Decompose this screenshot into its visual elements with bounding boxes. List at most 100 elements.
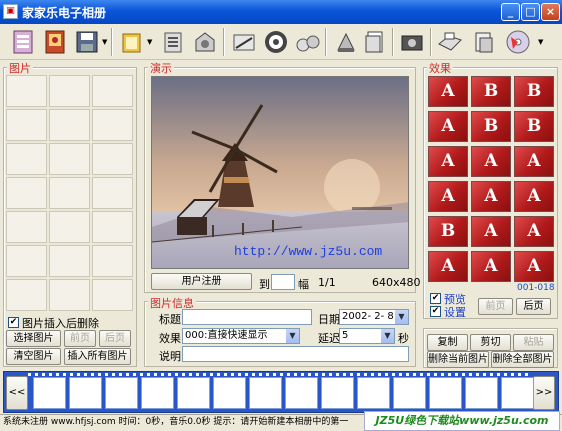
effect-tile[interactable]: A [514, 251, 554, 282]
film-reel-icon[interactable] [261, 27, 291, 57]
thumbnail-slot[interactable] [6, 143, 47, 175]
thumbnail-slot[interactable] [92, 143, 133, 175]
thumbnail-slot[interactable] [6, 75, 47, 107]
thumbnail-slot[interactable] [92, 75, 133, 107]
date-picker[interactable]: 2002- 2- 8 ▼ [339, 309, 409, 325]
filmstrip-frame[interactable] [249, 377, 282, 409]
thumbnail-slot[interactable] [92, 245, 133, 277]
settings-checkbox[interactable]: ✔ [430, 306, 441, 317]
effect-tile[interactable]: A [514, 216, 554, 247]
open-folder-icon[interactable] [117, 27, 147, 57]
effect-tile[interactable]: A [471, 181, 511, 212]
chevron-down-icon[interactable]: ▼ [147, 38, 154, 46]
print-icon[interactable] [435, 27, 465, 57]
cut-button[interactable]: 剪切 [470, 334, 511, 351]
settings-box-icon[interactable] [190, 27, 220, 57]
photo-album-icon[interactable] [40, 27, 70, 57]
music-icon[interactable] [293, 27, 323, 57]
preview-checkbox[interactable]: ✔ [430, 293, 441, 304]
minimize-button[interactable]: _ [501, 3, 520, 21]
thumbnail-slot[interactable] [49, 75, 90, 107]
effect-tile[interactable]: A [471, 216, 511, 247]
chevron-down-icon[interactable]: ▼ [286, 329, 299, 343]
title-input[interactable] [182, 309, 312, 325]
filmstrip-frame[interactable] [465, 377, 498, 409]
thumbnail-slot[interactable] [49, 211, 90, 243]
thumbnail-slot[interactable] [6, 245, 47, 277]
effect-tile[interactable]: A [428, 251, 468, 282]
effects-next-button[interactable]: 后页 [516, 298, 551, 315]
thumbnail-slot[interactable] [6, 109, 47, 141]
filmstrip-frame[interactable] [141, 377, 174, 409]
effect-select[interactable]: 000:直接快速显示 ▼ [182, 328, 300, 344]
filmstrip-frame[interactable] [33, 377, 66, 409]
effect-tile[interactable]: A [428, 181, 468, 212]
filmstrip-frame[interactable] [357, 377, 390, 409]
chevron-down-icon[interactable]: ▼ [395, 310, 408, 324]
thumbnail-slot[interactable] [92, 279, 133, 311]
thumbnail-slot[interactable] [49, 245, 90, 277]
clear-pictures-button[interactable]: 清空图片 [6, 348, 61, 365]
thumbnail-slot[interactable] [6, 211, 47, 243]
effect-tile[interactable]: B [514, 111, 554, 142]
filmstrip-frame[interactable] [213, 377, 246, 409]
filmstrip-frame[interactable] [69, 377, 102, 409]
effect-tile[interactable]: A [514, 181, 554, 212]
scanner-icon[interactable] [469, 27, 499, 57]
prev-page-button[interactable]: 前页 [64, 330, 96, 347]
thumbnail-slot[interactable] [49, 143, 90, 175]
chevron-down-icon[interactable]: ▼ [538, 38, 545, 46]
effect-tile[interactable]: A [428, 111, 468, 142]
thumbnail-slot[interactable] [6, 177, 47, 209]
stamp-icon[interactable] [331, 27, 361, 57]
thumbnail-slot[interactable] [6, 279, 47, 311]
album-icon[interactable] [8, 27, 38, 57]
goto-frame-input[interactable] [271, 274, 295, 290]
delete-current-button[interactable]: 删除当前图片 [427, 351, 489, 368]
description-input[interactable] [182, 346, 409, 362]
document-icon[interactable] [360, 27, 390, 57]
effect-tile[interactable]: A [428, 76, 468, 107]
disc-icon[interactable] [503, 27, 533, 57]
filmstrip-left-button[interactable]: << [6, 376, 28, 410]
thumbnail-slot[interactable] [49, 279, 90, 311]
next-page-button[interactable]: 后页 [99, 330, 131, 347]
register-button[interactable]: 用户注册 [151, 273, 252, 290]
filmstrip-frame[interactable] [321, 377, 354, 409]
thumbnail-slot[interactable] [49, 177, 90, 209]
filmstrip-frame[interactable] [177, 377, 210, 409]
effect-tile[interactable]: B [471, 76, 511, 107]
insert-all-pictures-button[interactable]: 插入所有图片 [64, 348, 131, 365]
thumbnail-slot[interactable] [92, 177, 133, 209]
thumbnail-slot[interactable] [49, 109, 90, 141]
delay-select[interactable]: 5 ▼ [339, 328, 395, 344]
thumbnail-slot[interactable] [92, 211, 133, 243]
filmstrip-frame[interactable] [429, 377, 462, 409]
select-pictures-button[interactable]: 选择图片 [6, 330, 61, 347]
effects-prev-button[interactable]: 前页 [478, 298, 513, 315]
effect-tile[interactable]: B [428, 216, 468, 247]
maximize-button[interactable]: □ [521, 3, 540, 21]
filmstrip-frame[interactable] [285, 377, 318, 409]
filmstrip-frame[interactable] [105, 377, 138, 409]
filmstrip-right-button[interactable]: >> [533, 376, 555, 410]
delete-after-insert-checkbox[interactable]: ✔ [8, 317, 19, 328]
edit-image-icon[interactable] [229, 27, 259, 57]
camera-icon[interactable] [397, 27, 427, 57]
effect-tile[interactable]: B [514, 76, 554, 107]
copy-button[interactable]: 复制 [427, 334, 468, 351]
chevron-down-icon[interactable]: ▼ [381, 329, 394, 343]
notes-icon[interactable] [158, 27, 188, 57]
filmstrip-frame[interactable] [501, 377, 534, 409]
filmstrip-frame[interactable] [393, 377, 426, 409]
effect-tile[interactable]: A [471, 146, 511, 177]
thumbnail-slot[interactable] [92, 109, 133, 141]
effect-tile[interactable]: A [514, 146, 554, 177]
save-icon[interactable] [72, 27, 102, 57]
effect-tile[interactable]: A [471, 251, 511, 282]
effect-tile[interactable]: A [428, 146, 468, 177]
close-button[interactable]: × [541, 3, 560, 21]
delete-all-button[interactable]: 删除全部图片 [491, 351, 554, 368]
chevron-down-icon[interactable]: ▼ [102, 38, 109, 46]
effect-tile[interactable]: B [471, 111, 511, 142]
